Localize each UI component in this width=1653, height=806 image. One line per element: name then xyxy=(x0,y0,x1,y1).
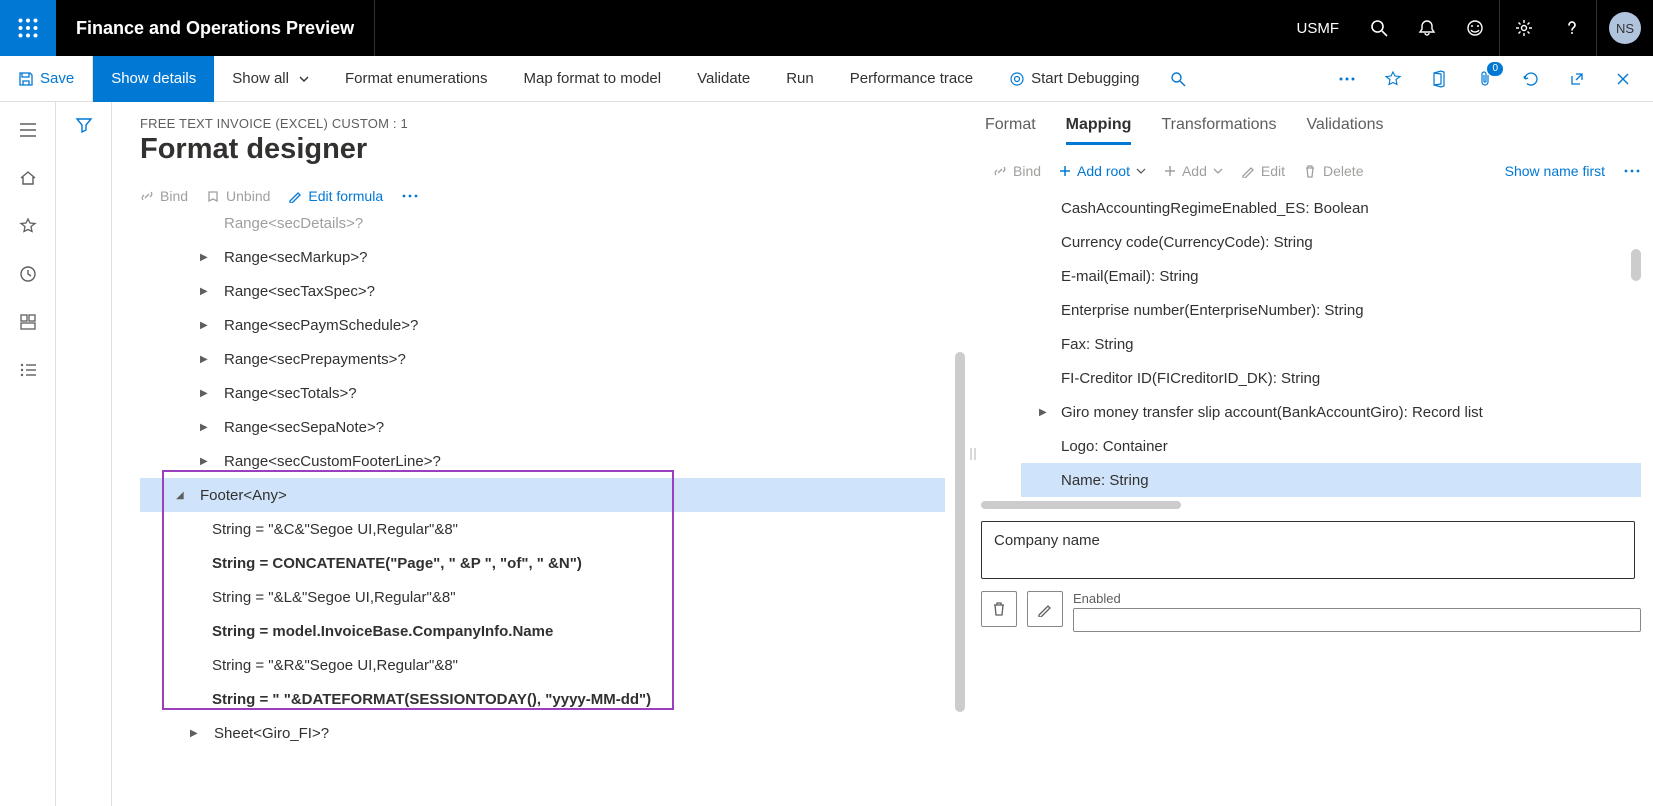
tree-node[interactable]: ▶Range<secTotals>? xyxy=(140,376,945,410)
map-to-model-button[interactable]: Map format to model xyxy=(506,56,680,102)
map-bind-button[interactable]: Bind xyxy=(993,163,1041,179)
search-action-icon[interactable] xyxy=(1158,56,1198,102)
tab-transformations[interactable]: Transformations xyxy=(1161,116,1276,145)
map-scrollbar[interactable] xyxy=(1631,249,1641,281)
bind-button[interactable]: Bind xyxy=(140,188,188,204)
enabled-input[interactable] xyxy=(1073,608,1641,632)
tree-node[interactable]: ▶Range<secPrepayments>? xyxy=(140,342,945,376)
office-icon[interactable] xyxy=(1419,56,1459,102)
favorites-icon[interactable] xyxy=(8,206,48,246)
close-icon[interactable] xyxy=(1603,56,1643,102)
performance-trace-button[interactable]: Performance trace xyxy=(832,56,991,102)
user-avatar[interactable]: NS xyxy=(1609,12,1641,44)
refresh-icon[interactable] xyxy=(1511,56,1551,102)
map-add-button[interactable]: Add xyxy=(1164,163,1223,179)
breadcrumb: FREE TEXT INVOICE (EXCEL) CUSTOM : 1 xyxy=(140,116,965,131)
modules-icon[interactable] xyxy=(8,350,48,390)
map-item[interactable]: Logo: Container xyxy=(1021,429,1641,463)
map-item[interactable]: Enterprise number(EnterpriseNumber): Str… xyxy=(1021,293,1641,327)
map-item[interactable]: FI-Creditor ID(FICreditorID_DK): String xyxy=(1021,361,1641,395)
hamburger-icon[interactable] xyxy=(8,110,48,150)
workspaces-icon[interactable] xyxy=(8,302,48,342)
legal-entity-label[interactable]: USMF xyxy=(1281,20,1356,37)
tree-node-footer[interactable]: ◢Footer<Any> xyxy=(140,478,945,512)
map-toolbar-more-icon[interactable] xyxy=(1623,168,1641,174)
map-edit-button[interactable]: Edit xyxy=(1241,163,1285,179)
tab-validations[interactable]: Validations xyxy=(1306,116,1383,145)
tree-node[interactable]: ▶Range<secTaxSpec>? xyxy=(140,274,945,308)
splitter-handle[interactable] xyxy=(965,102,981,806)
tree-node[interactable]: String = "&L&"Segoe UI,Regular"&8" xyxy=(140,580,945,614)
edit-formula-button[interactable]: Edit formula xyxy=(288,188,383,204)
validate-button[interactable]: Validate xyxy=(679,56,768,102)
tab-mapping[interactable]: Mapping xyxy=(1066,116,1132,145)
show-all-button[interactable]: Show all xyxy=(214,56,327,102)
detail-field-box[interactable]: Company name xyxy=(981,521,1635,579)
tree-node[interactable]: String = "&C&"Segoe UI,Regular"&8" xyxy=(140,512,945,546)
tree-node[interactable]: Range<secDetails>? xyxy=(140,212,945,240)
attachments-badge: 0 xyxy=(1487,62,1503,76)
popout-icon[interactable] xyxy=(1557,56,1597,102)
run-button[interactable]: Run xyxy=(768,56,832,102)
notifications-icon[interactable] xyxy=(1403,0,1451,56)
tab-format[interactable]: Format xyxy=(985,116,1036,145)
detail-field-value: Company name xyxy=(994,532,1100,549)
detail-delete-button[interactable] xyxy=(981,591,1017,627)
map-hscrollbar[interactable] xyxy=(981,501,1181,509)
save-label: Save xyxy=(40,70,74,87)
recent-icon[interactable] xyxy=(8,254,48,294)
tree-node[interactable]: ▶Range<secMarkup>? xyxy=(140,240,945,274)
tree-node[interactable]: ▶Range<secSepaNote>? xyxy=(140,410,945,444)
tree-node[interactable]: String = model.InvoiceBase.CompanyInfo.N… xyxy=(140,614,945,648)
page-title: Format designer xyxy=(140,133,965,166)
map-item[interactable]: ▶Giro money transfer slip account(BankAc… xyxy=(1021,395,1641,429)
app-launcher-button[interactable] xyxy=(0,0,56,56)
tree-node[interactable]: String = " "&DATEFORMAT(SESSIONTODAY(), … xyxy=(140,682,945,716)
tree-node[interactable]: String = CONCATENATE("Page", " &P ", "of… xyxy=(140,546,945,580)
map-item[interactable]: Fax: String xyxy=(1021,327,1641,361)
chevron-down-icon xyxy=(299,74,309,84)
tree-node[interactable]: ▶Range<secPaymSchedule>? xyxy=(140,308,945,342)
tree-node[interactable]: ▶Sheet<Giro_FI>? xyxy=(140,716,945,750)
format-enumerations-button[interactable]: Format enumerations xyxy=(327,56,506,102)
settings-icon[interactable] xyxy=(1500,0,1548,56)
add-root-button[interactable]: Add root xyxy=(1059,163,1146,179)
tree-node[interactable]: String = "&R&"Segoe UI,Regular"&8" xyxy=(140,648,945,682)
map-item[interactable]: CashAccountingRegimeEnabled_ES: Boolean xyxy=(1021,191,1641,225)
map-delete-button[interactable]: Delete xyxy=(1303,163,1363,179)
feedback-icon[interactable] xyxy=(1451,0,1499,56)
enabled-label: Enabled xyxy=(1073,591,1641,606)
filter-icon[interactable] xyxy=(75,116,93,806)
detail-edit-button[interactable] xyxy=(1027,591,1063,627)
start-debugging-button[interactable]: Start Debugging xyxy=(991,56,1157,102)
home-icon[interactable] xyxy=(8,158,48,198)
attachments-icon[interactable]: 0 xyxy=(1465,56,1505,102)
tree-node[interactable]: ▶Range<secCustomFooterLine>? xyxy=(140,444,945,478)
show-details-button[interactable]: Show details xyxy=(93,56,214,102)
save-button[interactable]: Save xyxy=(0,56,93,102)
bookmark-icon[interactable] xyxy=(1373,56,1413,102)
unbind-button[interactable]: Unbind xyxy=(206,188,270,204)
map-item-selected[interactable]: Name: String xyxy=(1021,463,1641,497)
tree-scrollbar[interactable] xyxy=(955,352,965,712)
search-icon[interactable] xyxy=(1355,0,1403,56)
app-title: Finance and Operations Preview xyxy=(56,18,354,39)
map-item[interactable]: E-mail(Email): String xyxy=(1021,259,1641,293)
more-commands-icon[interactable] xyxy=(1327,56,1367,102)
map-item[interactable]: Currency code(CurrencyCode): String xyxy=(1021,225,1641,259)
show-name-first-button[interactable]: Show name first xyxy=(1505,163,1605,179)
help-icon[interactable] xyxy=(1548,0,1596,56)
format-toolbar-more-icon[interactable] xyxy=(401,193,419,199)
